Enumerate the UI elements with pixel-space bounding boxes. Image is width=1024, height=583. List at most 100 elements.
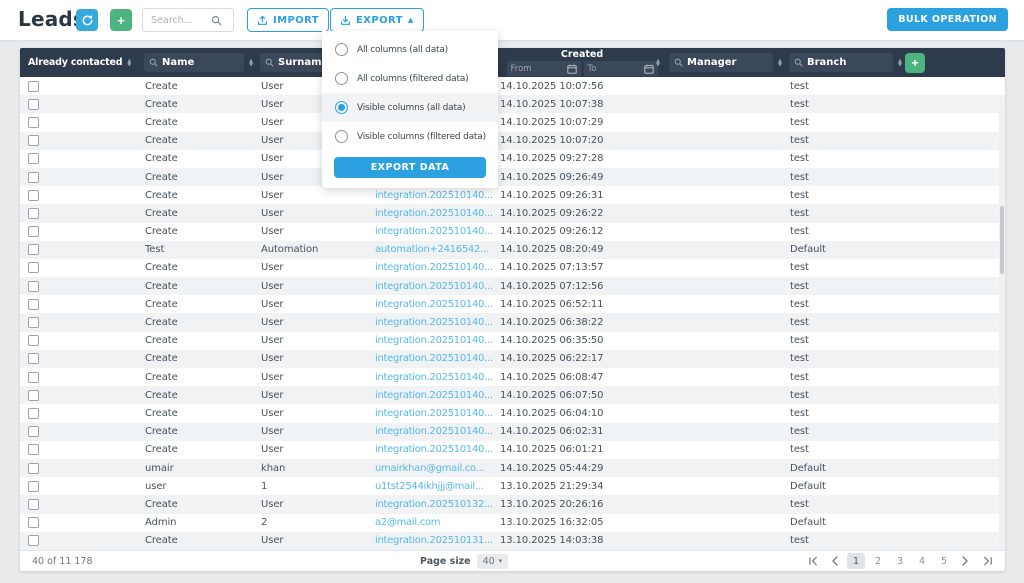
cell-name: Create	[140, 99, 256, 110]
email-link[interactable]: integration.202510132...	[375, 499, 493, 510]
already-contacted-header-label: Already contacted	[20, 57, 122, 68]
row-checkbox[interactable]	[28, 117, 39, 128]
email-link[interactable]: integration.202510140...	[375, 353, 493, 364]
email-link[interactable]: integration.202510140...	[375, 208, 493, 219]
row-checkbox[interactable]	[28, 444, 39, 455]
email-link[interactable]: integration.202510140...	[375, 390, 493, 401]
email-link[interactable]: integration.202510140...	[375, 262, 493, 273]
cell-branch: test	[785, 444, 905, 455]
cell-created: 14.10.2025 07:12:56	[494, 281, 665, 292]
radio-icon[interactable]	[335, 130, 348, 143]
cell-name: Create	[140, 535, 256, 546]
next-page-button[interactable]	[955, 553, 975, 569]
page-number-button[interactable]: 4	[913, 553, 931, 569]
import-button[interactable]: IMPORT	[247, 8, 329, 32]
scrollbar-thumb[interactable]	[1000, 206, 1004, 274]
row-checkbox[interactable]	[28, 408, 39, 419]
cell-created: 14.10.2025 06:38:22	[494, 317, 665, 328]
export-button[interactable]: EXPORT ▲	[330, 8, 424, 32]
row-checkbox[interactable]	[28, 463, 39, 474]
page-size-select[interactable]: 40 ▾	[477, 554, 509, 569]
first-page-button[interactable]	[803, 553, 823, 569]
email-link[interactable]: umairkhan@gmail.co...	[375, 463, 484, 474]
cell-surname: Automation	[256, 244, 370, 255]
email-link[interactable]: integration.202510140...	[375, 281, 493, 292]
cell-name: Create	[140, 172, 256, 183]
vertical-scrollbar[interactable]	[999, 106, 1005, 550]
row-checkbox[interactable]	[28, 81, 39, 92]
table-row: Create User integration.202510140... 14.…	[20, 168, 1005, 186]
row-checkbox[interactable]	[28, 335, 39, 346]
global-search[interactable]	[142, 8, 234, 32]
export-option[interactable]: All columns (filtered data)	[322, 64, 498, 93]
row-checkbox[interactable]	[28, 517, 39, 528]
row-checkbox[interactable]	[28, 99, 39, 110]
name-filter-input[interactable]: Name	[144, 53, 244, 72]
row-checkbox[interactable]	[28, 535, 39, 546]
radio-icon[interactable]	[335, 72, 348, 85]
sort-icon[interactable]	[778, 59, 782, 67]
cell-surname: 2	[256, 517, 370, 528]
email-link[interactable]: a2@mail.com	[375, 517, 440, 528]
add-lead-button[interactable]: +	[110, 9, 132, 31]
row-checkbox[interactable]	[28, 172, 39, 183]
email-link[interactable]: integration.202510131...	[375, 535, 493, 546]
email-link[interactable]: integration.202510140...	[375, 226, 493, 237]
email-link[interactable]: integration.202510140...	[375, 372, 493, 383]
row-checkbox[interactable]	[28, 135, 39, 146]
row-checkbox[interactable]	[28, 153, 39, 164]
sort-icon[interactable]	[656, 59, 660, 67]
search-input[interactable]	[151, 15, 211, 26]
email-link[interactable]: automation+2416542...	[375, 244, 489, 255]
row-checkbox[interactable]	[28, 426, 39, 437]
table-row: Admin 2 a2@mail.com 13.10.2025 16:32:05 …	[20, 514, 1005, 532]
sort-icon[interactable]	[249, 59, 253, 67]
export-option[interactable]: Visible columns (all data)	[322, 93, 498, 122]
created-to-input[interactable]: To	[584, 61, 658, 76]
row-checkbox[interactable]	[28, 353, 39, 364]
email-link[interactable]: integration.202510140...	[375, 408, 493, 419]
previous-page-button[interactable]	[825, 553, 845, 569]
sort-icon[interactable]	[898, 59, 902, 67]
page-number-button[interactable]: 5	[935, 553, 953, 569]
page-number-button[interactable]: 3	[891, 553, 909, 569]
radio-icon[interactable]	[335, 43, 348, 56]
created-from-input[interactable]: From	[507, 61, 581, 76]
email-link[interactable]: integration.202510140...	[375, 317, 493, 328]
export-option[interactable]: Visible columns (filtered data)	[322, 122, 498, 151]
table-row: Create User integration.202510140... 14.…	[20, 223, 1005, 241]
sort-icon[interactable]	[127, 59, 131, 67]
email-link[interactable]: integration.202510140...	[375, 190, 493, 201]
email-link[interactable]: integration.202510140...	[375, 444, 493, 455]
branch-filter-input[interactable]: Branch	[789, 53, 893, 72]
cell-created: 14.10.2025 09:26:22	[494, 208, 665, 219]
row-checkbox[interactable]	[28, 481, 39, 492]
row-checkbox[interactable]	[28, 299, 39, 310]
page-number-button[interactable]: 1	[847, 553, 865, 569]
refresh-button[interactable]	[76, 9, 98, 31]
row-checkbox[interactable]	[28, 372, 39, 383]
bulk-operation-button[interactable]: BULK OPERATION	[887, 8, 1008, 31]
cell-branch: test	[785, 153, 905, 164]
export-data-button[interactable]: EXPORT DATA	[334, 157, 486, 178]
cell-branch: Default	[785, 463, 905, 474]
row-checkbox[interactable]	[28, 390, 39, 401]
page-number-button[interactable]: 2	[869, 553, 887, 569]
row-checkbox[interactable]	[28, 281, 39, 292]
export-option[interactable]: All columns (all data)	[322, 35, 498, 64]
manager-filter-input[interactable]: Manager	[669, 53, 773, 72]
email-link[interactable]: integration.202510140...	[375, 299, 493, 310]
row-checkbox[interactable]	[28, 262, 39, 273]
email-link[interactable]: integration.202510140...	[375, 335, 493, 346]
email-link[interactable]: integration.202510140...	[375, 426, 493, 437]
row-checkbox[interactable]	[28, 226, 39, 237]
email-link[interactable]: u1tst2544ikhjjj@mail...	[375, 481, 484, 492]
row-checkbox[interactable]	[28, 208, 39, 219]
row-checkbox[interactable]	[28, 317, 39, 328]
row-checkbox[interactable]	[28, 190, 39, 201]
add-column-button[interactable]: +	[905, 53, 925, 73]
radio-icon[interactable]	[335, 101, 348, 114]
last-page-button[interactable]	[977, 553, 997, 569]
row-checkbox[interactable]	[28, 499, 39, 510]
row-checkbox[interactable]	[28, 244, 39, 255]
